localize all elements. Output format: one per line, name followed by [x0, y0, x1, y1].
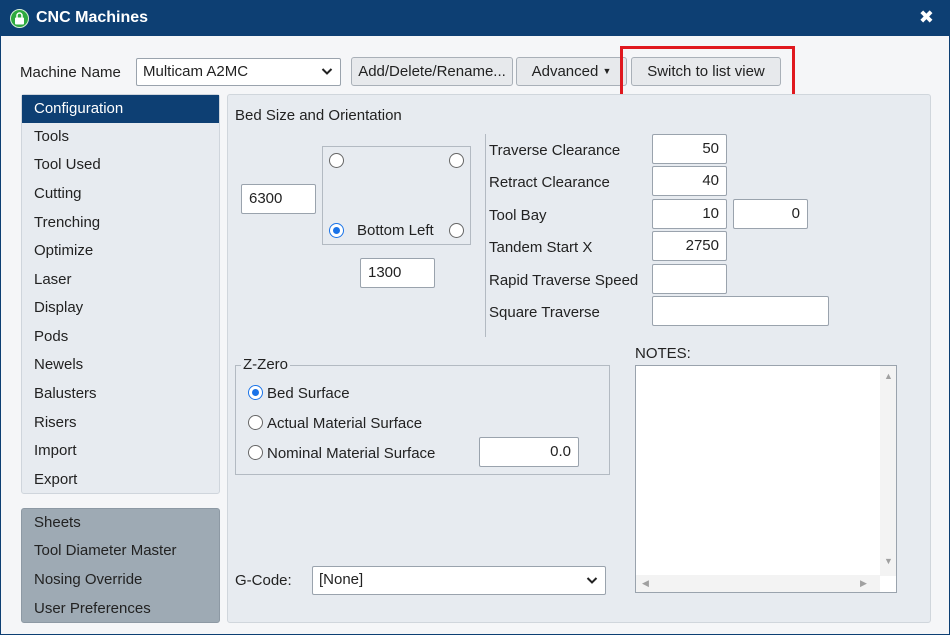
- highlight-box: [620, 46, 795, 98]
- bed-width-input[interactable]: 1300: [360, 258, 435, 288]
- notes-label: NOTES:: [635, 345, 691, 362]
- sidebar-item-display[interactable]: Display: [22, 294, 219, 322]
- rapid-traverse-speed-label: Rapid Traverse Speed: [489, 272, 639, 289]
- close-icon[interactable]: ✖: [919, 7, 934, 28]
- gcode-value: [None]: [319, 571, 364, 588]
- sidebar-item-risers[interactable]: Risers: [22, 409, 219, 437]
- sidebar-item-tool-diameter-master[interactable]: Tool Diameter Master: [22, 537, 219, 565]
- lock-icon: [10, 9, 29, 28]
- cnc-machines-window: CNC Machines ✖ Machine Name Multicam A2M…: [0, 0, 950, 635]
- sidebar-item-pods[interactable]: Pods: [22, 323, 219, 351]
- z-zero-title: Z-Zero: [241, 356, 290, 373]
- bed-length-input[interactable]: 6300: [241, 184, 316, 214]
- sidebar-item-configuration[interactable]: Configuration: [22, 95, 219, 123]
- sidebar-item-cutting[interactable]: Cutting: [22, 180, 219, 208]
- notes-textarea[interactable]: ▲ ▼ ◀ ▶: [635, 365, 897, 593]
- sidebar: Configuration Tools Tool Used Cutting Tr…: [21, 94, 220, 494]
- title-bar: CNC Machines ✖: [1, 1, 949, 36]
- advanced-label: Advanced: [531, 63, 599, 80]
- gcode-select[interactable]: [None]: [312, 566, 606, 595]
- orientation-top-left-radio[interactable]: [329, 153, 344, 168]
- retract-clearance-label: Retract Clearance: [489, 174, 610, 191]
- sidebar-item-user-preferences[interactable]: User Preferences: [22, 595, 219, 623]
- actual-material-surface-label: Actual Material Surface: [267, 415, 423, 432]
- scroll-down-icon[interactable]: ▼: [884, 556, 893, 566]
- sidebar-item-trenching[interactable]: Trenching: [22, 209, 219, 237]
- rapid-traverse-speed-input[interactable]: [652, 264, 727, 294]
- bed-size-title: Bed Size and Orientation: [235, 107, 402, 124]
- actual-material-surface-radio[interactable]: [248, 415, 263, 430]
- chevron-down-icon: [321, 59, 333, 94]
- sidebar-item-export[interactable]: Export: [22, 466, 219, 494]
- square-traverse-input[interactable]: [652, 296, 829, 326]
- nominal-material-surface-radio[interactable]: [248, 445, 263, 460]
- sidebar-item-optimize[interactable]: Optimize: [22, 237, 219, 265]
- scroll-left-icon[interactable]: ◀: [642, 578, 649, 589]
- tool-bay-input-1[interactable]: 10: [652, 199, 727, 229]
- sidebar-item-tool-used[interactable]: Tool Used: [22, 151, 219, 179]
- sidebar-item-nosing-override[interactable]: Nosing Override: [22, 566, 219, 594]
- sidebar-item-balusters[interactable]: Balusters: [22, 380, 219, 408]
- bed-surface-radio[interactable]: [248, 385, 263, 400]
- orientation-bottom-left-radio[interactable]: [329, 223, 344, 238]
- sidebar-item-import[interactable]: Import: [22, 437, 219, 465]
- sidebar-item-laser[interactable]: Laser: [22, 266, 219, 294]
- scroll-up-icon[interactable]: ▲: [884, 371, 893, 381]
- scroll-right-icon[interactable]: ▶: [860, 578, 867, 589]
- gcode-label: G-Code:: [235, 572, 292, 589]
- secondary-sidebar: Sheets Tool Diameter Master Nosing Overr…: [21, 508, 220, 623]
- notes-horizontal-scrollbar[interactable]: ◀ ▶: [636, 575, 880, 592]
- sidebar-item-sheets[interactable]: Sheets: [22, 509, 219, 537]
- window-title: CNC Machines: [36, 9, 149, 26]
- machine-name-value: Multicam A2MC: [143, 63, 249, 80]
- nominal-material-surface-label: Nominal Material Surface: [267, 445, 436, 462]
- square-traverse-label: Square Traverse: [489, 304, 600, 321]
- tool-bay-label: Tool Bay: [489, 207, 547, 224]
- orientation-top-right-radio[interactable]: [449, 153, 464, 168]
- add-delete-rename-button[interactable]: Add/Delete/Rename...: [351, 57, 513, 86]
- caret-down-icon: ▼: [602, 66, 612, 76]
- nominal-material-surface-input[interactable]: 0.0: [479, 437, 579, 467]
- chevron-down-icon: [586, 567, 598, 603]
- advanced-button[interactable]: Advanced ▼: [516, 57, 627, 86]
- tool-bay-input-2[interactable]: 0: [733, 199, 808, 229]
- notes-vertical-scrollbar[interactable]: ▲ ▼: [880, 366, 896, 576]
- tandem-start-x-input[interactable]: 2750: [652, 231, 727, 261]
- orientation-bottom-left-label: Bottom Left: [357, 222, 434, 239]
- tandem-start-x-label: Tandem Start X: [489, 239, 593, 256]
- traverse-clearance-input[interactable]: 50: [652, 134, 727, 164]
- orientation-bottom-right-radio[interactable]: [449, 223, 464, 238]
- divider: [485, 134, 486, 337]
- sidebar-item-newels[interactable]: Newels: [22, 351, 219, 379]
- machine-name-select[interactable]: Multicam A2MC: [136, 58, 341, 86]
- sidebar-item-tools[interactable]: Tools: [22, 123, 219, 151]
- retract-clearance-input[interactable]: 40: [652, 166, 727, 196]
- bed-surface-label: Bed Surface: [267, 385, 350, 402]
- machine-name-label: Machine Name: [20, 64, 121, 81]
- traverse-clearance-label: Traverse Clearance: [489, 142, 621, 159]
